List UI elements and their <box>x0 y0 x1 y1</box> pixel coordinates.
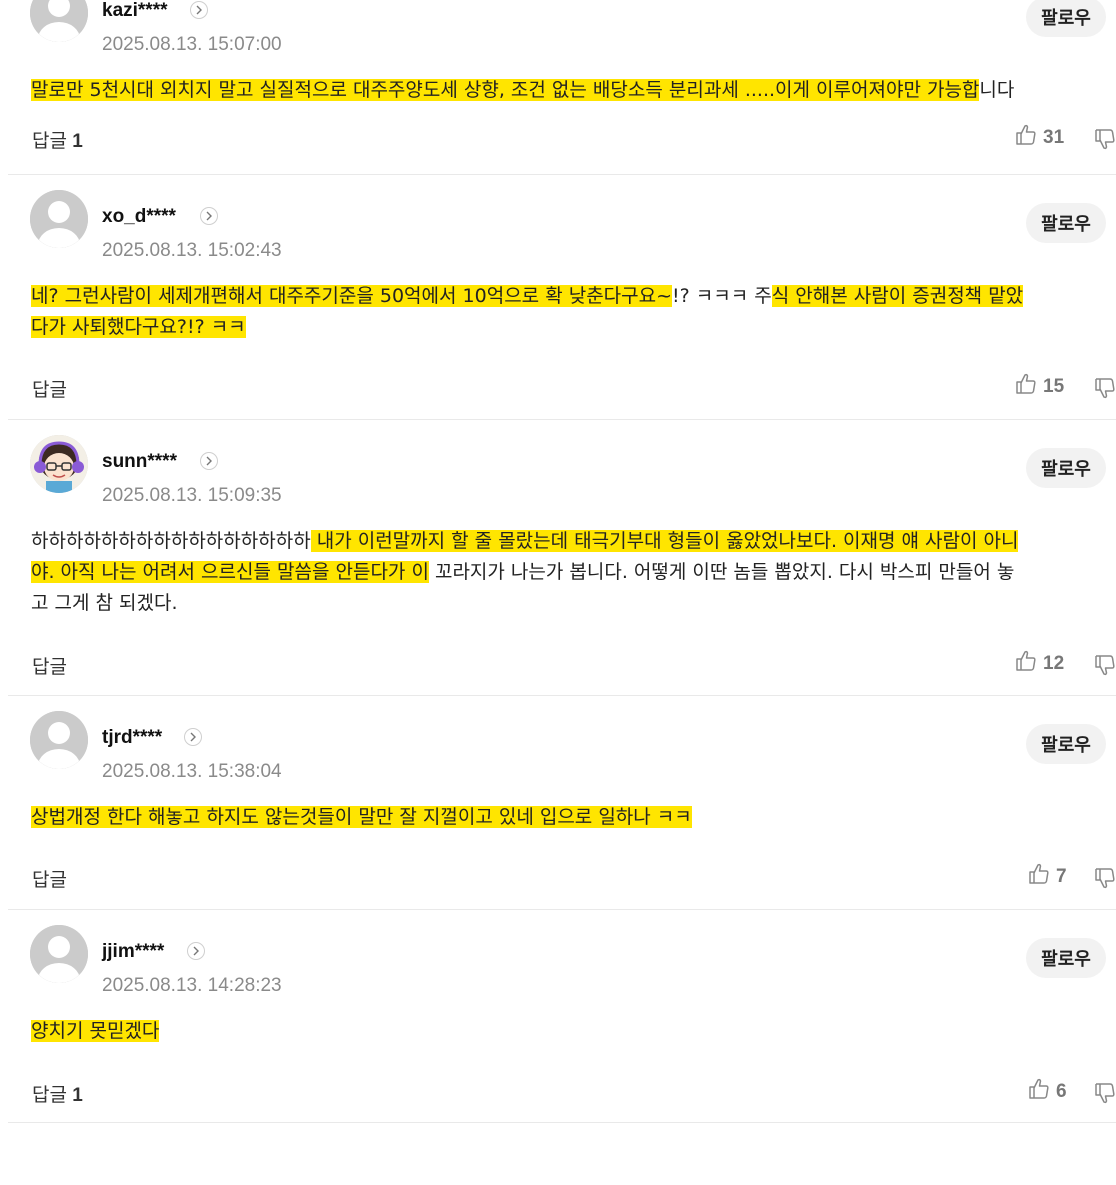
highlighted-text: 다가 사퇴했다구요?!? ㅋㅋ <box>31 316 246 338</box>
comment-text: 네? 그런사람이 세제개편해서 대주주기준을 50억에서 10억으로 확 낮춘다… <box>31 281 1111 343</box>
comment-line: 하하하하하하하하하하하하하하하하 내가 이런말까지 할 줄 몰랐는데 태극기부대… <box>31 526 1111 557</box>
thumbs-down-icon[interactable] <box>1094 654 1116 680</box>
text-segment: 고 그게 참 되겠다. <box>31 592 178 614</box>
default-avatar[interactable] <box>30 0 88 42</box>
comment-line: 상법개정 한다 해놓고 하지도 않는것들이 말만 잘 지껄이고 있네 입으로 일… <box>31 802 1111 833</box>
thumbs-up-icon <box>1015 124 1037 152</box>
reply-label: 답글 <box>32 1084 67 1106</box>
username[interactable]: tjrd**** <box>102 727 162 749</box>
like-button[interactable]: 31 <box>1015 124 1064 152</box>
comment-date: 2025.08.13. 15:09:35 <box>102 485 282 506</box>
highlighted-text: 야. 아직 나는 어려서 으르신들 말씀을 안듣다가 이 <box>31 561 429 583</box>
thumbs-down-icon[interactable] <box>1094 1082 1116 1108</box>
divider <box>8 1122 1116 1123</box>
username[interactable]: kazi**** <box>102 0 168 22</box>
divider <box>8 695 1116 696</box>
default-avatar[interactable] <box>30 190 88 248</box>
comment-line: 고 그게 참 되겠다. <box>31 588 1111 619</box>
reply-count: 1 <box>66 1085 83 1106</box>
like-count: 31 <box>1043 127 1065 148</box>
default-avatar[interactable] <box>30 925 88 983</box>
default-avatar[interactable] <box>30 711 88 769</box>
follow-button[interactable]: 팔로우 <box>1026 203 1106 243</box>
thumbs-down-icon[interactable] <box>1094 128 1116 154</box>
comment-line: 야. 아직 나는 어려서 으르신들 말씀을 안듣다가 이 꼬라지가 나는가 봅니… <box>31 557 1111 588</box>
highlighted-text: 말로만 5천시대 외치지 말고 실질적으로 대주주양도세 상향, 조건 없는 배… <box>31 79 980 101</box>
reply-count: 1 <box>66 131 83 152</box>
comment-text: 하하하하하하하하하하하하하하하하 내가 이런말까지 할 줄 몰랐는데 태극기부대… <box>31 526 1111 619</box>
thumbs-up-icon <box>1028 863 1050 891</box>
comment-item: sunn**** 2025.08.13. 15:09:35 팔로우하하하하하하하하하… <box>0 435 1116 695</box>
reply-button[interactable]: 답글 1 <box>32 1080 83 1107</box>
thumbs-up-icon <box>1015 373 1037 401</box>
text-segment: 니다 <box>979 79 1015 101</box>
username[interactable]: sunn**** <box>102 451 177 473</box>
chevron-right-icon[interactable] <box>200 452 218 470</box>
comment-date: 2025.08.13. 15:38:04 <box>102 761 282 782</box>
follow-button[interactable]: 팔로우 <box>1026 448 1106 488</box>
chevron-right-icon[interactable] <box>190 1 208 19</box>
divider <box>8 419 1116 420</box>
thumbs-up-icon <box>1028 1078 1050 1106</box>
text-segment: 하하하하하하하하하하하하하하하하 <box>31 530 311 552</box>
like-count: 7 <box>1056 866 1067 887</box>
text-segment: !? ㅋㅋㅋ 주 <box>672 285 772 307</box>
thumbs-down-icon[interactable] <box>1094 377 1116 403</box>
comment-line: 양치기 못믿겠다 <box>31 1016 1111 1047</box>
thumbs-down-icon[interactable] <box>1094 867 1116 893</box>
divider <box>8 174 1116 175</box>
divider <box>8 909 1116 910</box>
avatar[interactable] <box>30 435 88 493</box>
chevron-right-icon[interactable] <box>184 728 202 746</box>
reply-button[interactable]: 답글 <box>32 375 67 402</box>
like-count: 12 <box>1043 653 1065 674</box>
chevron-right-icon[interactable] <box>200 207 218 225</box>
like-count: 15 <box>1043 376 1065 397</box>
highlighted-text: 내가 이런말까지 할 줄 몰랐는데 태극기부대 형들이 옳았었나보다. 이재명 … <box>310 530 1019 552</box>
highlighted-text: 네? 그런사람이 세제개편해서 대주주기준을 50억에서 10억으로 확 낮춘다… <box>31 285 673 307</box>
text-segment: 꼬라지가 나는가 봅니다. 어떻게 이딴 놈들 뽑았지. 다시 박스피 만들어 … <box>428 561 1015 583</box>
reply-label: 답글 <box>32 379 67 401</box>
follow-button[interactable]: 팔로우 <box>1026 938 1106 978</box>
highlighted-text: 식 안해본 사람이 증권정책 맡았 <box>771 285 1024 307</box>
comment-text: 양치기 못믿겠다 <box>31 1016 1111 1047</box>
comment-date: 2025.08.13. 15:02:43 <box>102 240 282 261</box>
highlighted-text: 양치기 못믿겠다 <box>31 1020 160 1042</box>
like-button[interactable]: 15 <box>1015 373 1064 401</box>
comment-date: 2025.08.13. 14:28:23 <box>102 975 282 996</box>
comment-text: 말로만 5천시대 외치지 말고 실질적으로 대주주양도세 상향, 조건 없는 배… <box>31 75 1111 106</box>
reply-button[interactable]: 답글 <box>32 652 67 679</box>
reply-button[interactable]: 답글 <box>32 865 67 892</box>
thumbs-up-icon <box>1015 650 1037 678</box>
like-button[interactable]: 12 <box>1015 650 1064 678</box>
comment-date: 2025.08.13. 15:07:00 <box>102 34 282 55</box>
username[interactable]: jjim**** <box>102 941 164 963</box>
like-button[interactable]: 6 <box>1028 1078 1067 1106</box>
comment-line: 다가 사퇴했다구요?!? ㅋㅋ <box>31 312 1111 343</box>
chevron-right-icon[interactable] <box>187 942 205 960</box>
comment-line: 말로만 5천시대 외치지 말고 실질적으로 대주주양도세 상향, 조건 없는 배… <box>31 75 1111 106</box>
reply-button[interactable]: 답글 1 <box>32 126 83 153</box>
reply-label: 답글 <box>32 869 67 891</box>
like-button[interactable]: 7 <box>1028 863 1067 891</box>
like-count: 6 <box>1056 1081 1067 1102</box>
comment-line: 네? 그런사람이 세제개편해서 대주주기준을 50억에서 10억으로 확 낮춘다… <box>31 281 1111 312</box>
reply-label: 답글 <box>32 130 67 152</box>
comment-item: jjim**** 2025.08.13. 14:28:23 팔로우양치기 못믿겠다답… <box>0 925 1116 1185</box>
username[interactable]: xo_d**** <box>102 206 176 228</box>
reply-label: 답글 <box>32 656 67 678</box>
follow-button[interactable]: 팔로우 <box>1026 724 1106 764</box>
highlighted-text: 상법개정 한다 해놓고 하지도 않는것들이 말만 잘 지껄이고 있네 입으로 일… <box>31 806 692 828</box>
comment-item: xo_d**** 2025.08.13. 15:02:43 팔로우네? 그런사람이 … <box>0 190 1116 450</box>
comment-text: 상법개정 한다 해놓고 하지도 않는것들이 말만 잘 지껄이고 있네 입으로 일… <box>31 802 1111 833</box>
follow-button[interactable]: 팔로우 <box>1026 0 1106 37</box>
